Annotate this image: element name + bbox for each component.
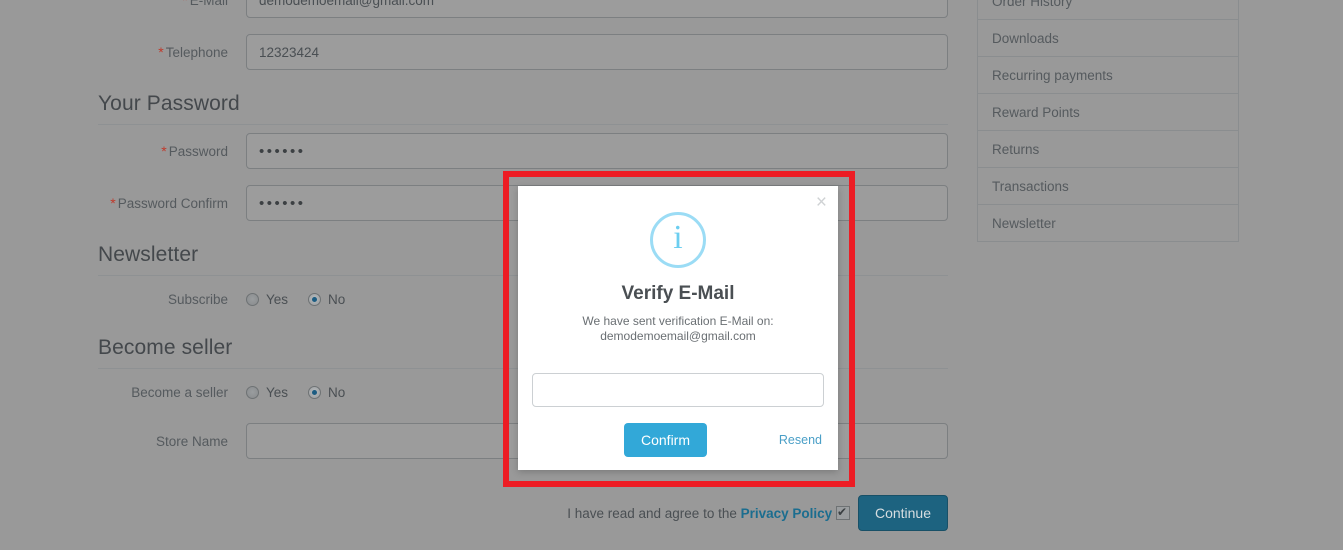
radio-icon xyxy=(246,385,259,399)
label-password-confirm: * Password Confirm xyxy=(98,195,246,211)
heading-your-password: Your Password xyxy=(98,92,948,125)
form-row-password: * Password •••••• xyxy=(98,125,948,177)
modal-subtitle: We have sent verification E-Mail on: dem… xyxy=(518,314,838,344)
radio-subscribe-no[interactable]: No xyxy=(308,292,345,307)
sidebar-item-transactions[interactable]: Transactions xyxy=(978,168,1238,205)
form-row-email: * E-Mail demodemoemail@gmail.com xyxy=(98,0,948,26)
agree-bar: I have read and agree to the Privacy Pol… xyxy=(98,495,948,531)
label-password: * Password xyxy=(98,143,246,159)
agree-text: I have read and agree to the Privacy Pol… xyxy=(567,504,850,521)
radio-icon-checked xyxy=(308,292,322,306)
radio-group-become-seller: Yes No xyxy=(246,385,365,400)
label-become-a-seller: Become a seller xyxy=(131,384,228,400)
radio-subscribe-yes-label: Yes xyxy=(266,291,289,307)
label-telephone-text: Telephone xyxy=(165,45,228,60)
confirm-button[interactable]: Confirm xyxy=(624,423,708,457)
label-password-text: Password xyxy=(168,144,228,159)
privacy-policy-link[interactable]: Privacy Policy xyxy=(741,506,833,521)
info-icon-glyph: i xyxy=(673,219,683,256)
radio-seller-yes[interactable]: Yes xyxy=(246,385,288,400)
sidebar-item-returns[interactable]: Returns xyxy=(978,131,1238,168)
page-root: * E-Mail demodemoemail@gmail.com * Telepho… xyxy=(0,0,1343,550)
modal-title: Verify E-Mail xyxy=(621,283,735,304)
sidebar-item-order-history[interactable]: Order History xyxy=(978,0,1238,20)
required-star-icon: * xyxy=(161,143,167,159)
required-star-icon: * xyxy=(158,44,164,60)
label-email-text: E-Mail xyxy=(189,0,228,8)
form-row-telephone: * Telephone 12323424 xyxy=(98,26,948,78)
verify-email-modal: × i Verify E-Mail We have sent verificat… xyxy=(518,186,838,470)
sidebar-item-downloads[interactable]: Downloads xyxy=(978,20,1238,57)
radio-seller-yes-label: Yes xyxy=(266,384,289,400)
sidebar-item-recurring-payments[interactable]: Recurring payments xyxy=(978,57,1238,94)
agree-checkbox[interactable] xyxy=(835,504,850,520)
resend-link[interactable]: Resend xyxy=(779,433,822,447)
label-store-name: Store Name xyxy=(155,433,228,449)
account-sidebar: Order History Downloads Recurring paymen… xyxy=(977,0,1239,242)
radio-subscribe-yes[interactable]: Yes xyxy=(246,292,288,307)
email-field[interactable]: demodemoemail@gmail.com xyxy=(246,0,948,18)
radio-seller-no[interactable]: No xyxy=(308,385,345,400)
verification-code-input[interactable] xyxy=(532,373,824,407)
telephone-field[interactable]: 12323424 xyxy=(246,34,948,70)
label-password-confirm-text: Password Confirm xyxy=(117,196,228,211)
sidebar-item-reward-points[interactable]: Reward Points xyxy=(978,94,1238,131)
continue-button[interactable]: Continue xyxy=(857,495,948,531)
info-icon: i xyxy=(650,212,706,268)
sidebar-item-newsletter[interactable]: Newsletter xyxy=(978,205,1238,242)
modal-subtitle-line2: demodemoemail@gmail.com xyxy=(600,329,756,343)
label-subscribe: Subscribe xyxy=(167,291,228,307)
required-star-icon: * xyxy=(110,195,116,211)
modal-subtitle-line1: We have sent verification E-Mail on: xyxy=(582,314,774,328)
radio-icon xyxy=(246,292,259,306)
required-star-icon: * xyxy=(182,0,188,8)
radio-seller-no-label: No xyxy=(328,384,346,400)
label-email: * E-Mail xyxy=(98,0,246,8)
agree-text-before: I have read and agree to the xyxy=(567,505,737,521)
modal-actions: Confirm Resend xyxy=(624,423,822,457)
radio-group-subscribe: Yes No xyxy=(246,292,365,307)
radio-subscribe-no-label: No xyxy=(328,291,346,307)
close-icon[interactable]: × xyxy=(816,193,827,212)
password-field[interactable]: •••••• xyxy=(246,133,948,169)
label-telephone: * Telephone xyxy=(98,44,246,60)
radio-icon-checked xyxy=(308,385,322,399)
